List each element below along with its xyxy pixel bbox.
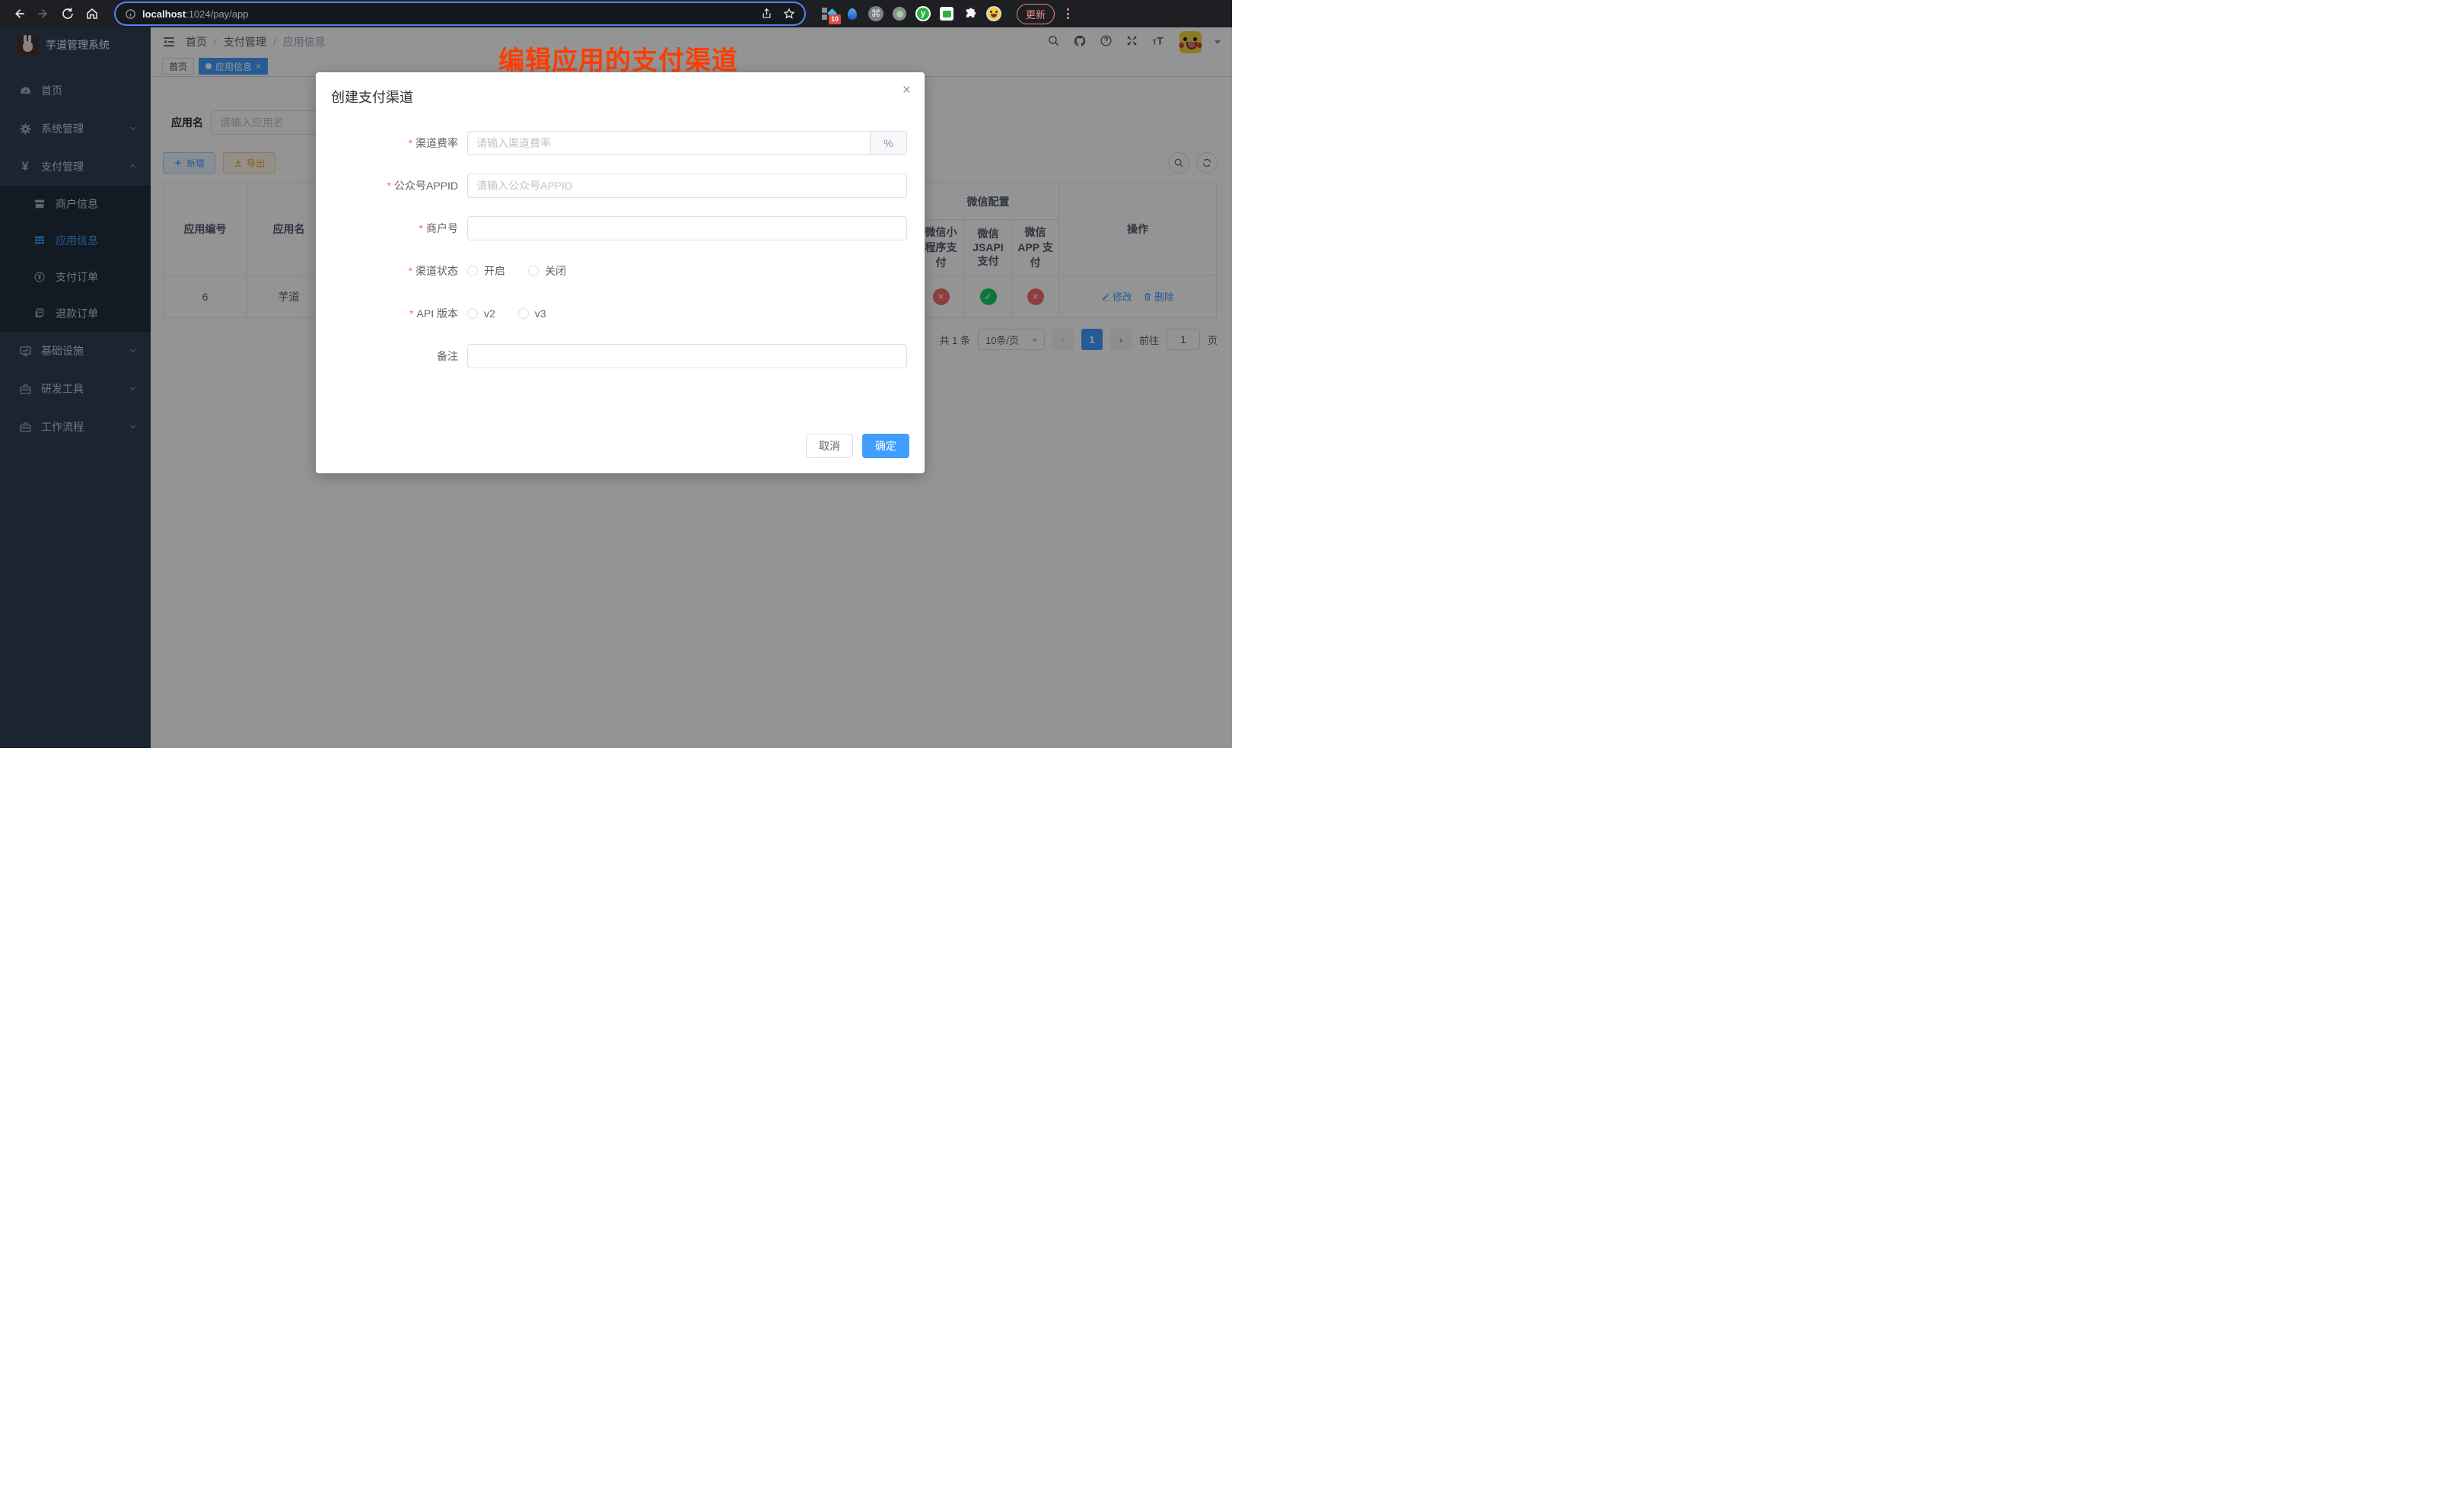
browser-back-icon[interactable]: [12, 7, 26, 21]
extension-chat-icon[interactable]: [939, 6, 954, 21]
radio-api-v2[interactable]: v2: [467, 307, 495, 320]
share-icon[interactable]: [761, 8, 772, 20]
url-bar[interactable]: localhost:1024/pay/app: [116, 3, 804, 24]
form-row-api-version: *API 版本 v2 v3: [361, 301, 907, 326]
radio-api-v3[interactable]: v3: [518, 307, 546, 320]
remark-input[interactable]: [467, 344, 907, 368]
required-asterisk: *: [419, 222, 423, 234]
radio-circle-icon: [467, 308, 478, 319]
extension-record-icon[interactable]: [892, 6, 907, 21]
radio-status-disabled[interactable]: 关闭: [528, 263, 566, 279]
required-asterisk: *: [409, 137, 412, 149]
profile-emoji-icon[interactable]: [986, 6, 1001, 21]
create-channel-dialog: 创建支付渠道 × *渠道费率 % *公众号APPID *商户号 *渠道状态: [316, 72, 925, 473]
dialog-title: 创建支付渠道: [316, 72, 925, 107]
extension-grid-icon[interactable]: 10: [821, 6, 836, 21]
dialog-close-icon[interactable]: ×: [903, 83, 911, 97]
browser-chrome: localhost:1024/pay/app 10 ⌘ y 更新: [0, 0, 1232, 27]
browser-forward-icon[interactable]: [37, 7, 50, 21]
annotation-text: 编辑应用的支付渠道: [498, 40, 738, 77]
browser-home-icon[interactable]: [85, 7, 99, 21]
confirm-button[interactable]: 确定: [862, 434, 909, 458]
form-row-merchant-id: *商户号: [361, 216, 907, 240]
channel-rate-input[interactable]: [467, 131, 871, 155]
radio-circle-icon: [518, 308, 529, 319]
browser-reload-icon[interactable]: [61, 7, 75, 21]
radio-circle-icon: [528, 266, 539, 276]
browser-menu-icon[interactable]: [1062, 8, 1074, 19]
extension-y-icon[interactable]: y: [915, 6, 931, 21]
form-row-channel-rate: *渠道费率 %: [361, 131, 907, 155]
required-asterisk: *: [409, 265, 412, 277]
required-asterisk: *: [409, 307, 413, 320]
percent-suffix: %: [871, 131, 907, 155]
url-host: localhost: [142, 8, 186, 20]
form-row-appid: *公众号APPID: [361, 173, 907, 198]
browser-update-button[interactable]: 更新: [1017, 4, 1055, 24]
radio-circle-icon: [467, 266, 478, 276]
extension-badge: 10: [829, 14, 841, 24]
form-row-channel-status: *渠道状态 开启 关闭: [361, 259, 907, 283]
official-account-appid-input[interactable]: [467, 173, 907, 198]
extension-puzzle-icon[interactable]: [963, 6, 978, 21]
bookmark-star-icon[interactable]: [783, 8, 795, 20]
url-path: :1024/pay/app: [186, 8, 248, 20]
merchant-id-input[interactable]: [467, 216, 907, 240]
required-asterisk: *: [387, 180, 391, 192]
form-row-remark: 备注: [361, 344, 907, 368]
cancel-button[interactable]: 取消: [806, 434, 853, 458]
site-info-icon[interactable]: [125, 8, 136, 20]
radio-status-enabled[interactable]: 开启: [467, 263, 505, 279]
extension-command-icon[interactable]: ⌘: [868, 6, 883, 21]
extension-balloon-icon[interactable]: [845, 6, 860, 21]
